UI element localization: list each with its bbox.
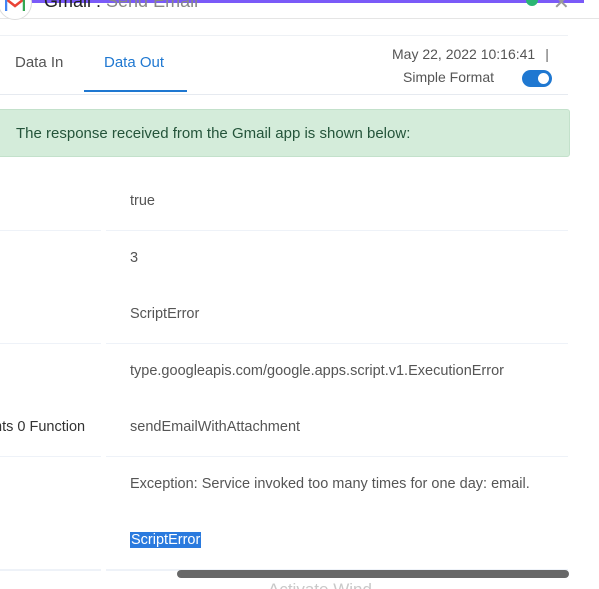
status-ok-icon xyxy=(526,0,538,6)
data-out-panel: Gmail : Send Email ✕ Data In Data Out Ma… xyxy=(0,0,599,589)
table-row: Exception: Service invoked too many time… xyxy=(0,456,568,515)
close-icon[interactable]: ✕ xyxy=(553,0,570,15)
timestamp-text: May 22, 2022 10:16:41 xyxy=(392,46,536,62)
panel-title: Gmail : Send Email xyxy=(44,0,198,12)
value-text[interactable]: sendEmailWithAttachment xyxy=(130,419,300,435)
selected-value-text[interactable]: ScriptError xyxy=(130,532,202,548)
key-cell xyxy=(0,456,101,515)
key-cell: nts 0 Function xyxy=(0,400,101,458)
active-tab-indicator xyxy=(84,90,187,92)
table-row: true xyxy=(0,174,568,232)
value-cell: ScriptError xyxy=(106,287,568,345)
simple-format-toggle[interactable] xyxy=(522,70,552,87)
horizontal-scrollbar-thumb[interactable] xyxy=(177,570,569,578)
tab-data-in[interactable]: Data In xyxy=(15,54,63,71)
title-separator: : xyxy=(91,0,107,11)
response-data-table: true 3 ScriptError type.googleapis.com/g… xyxy=(0,174,568,571)
timestamp-divider: | xyxy=(545,46,549,62)
response-banner: The response received from the Gmail app… xyxy=(0,109,570,157)
value-text[interactable]: Exception: Service invoked too many time… xyxy=(130,476,530,492)
value-cell: sendEmailWithAttachment xyxy=(106,400,568,458)
table-row: ScriptError xyxy=(0,513,568,571)
key-cell xyxy=(0,287,101,345)
key-cell xyxy=(0,343,101,402)
key-cell xyxy=(0,513,101,571)
windows-activation-watermark: Activate Wind xyxy=(268,580,372,589)
table-row: 3 xyxy=(0,230,568,289)
value-text[interactable]: true xyxy=(130,193,155,209)
panel-header: Gmail : Send Email ✕ xyxy=(0,0,599,20)
table-row: ScriptError xyxy=(0,287,568,345)
app-name: Gmail xyxy=(44,0,92,11)
tab-data-out[interactable]: Data Out xyxy=(104,54,164,71)
response-banner-text: The response received from the Gmail app… xyxy=(16,125,411,142)
table-row: nts 0 Function sendEmailWithAttachment xyxy=(0,400,568,458)
value-text[interactable]: 3 xyxy=(130,250,138,266)
value-text[interactable]: type.googleapis.com/google.apps.script.v… xyxy=(130,363,504,379)
simple-format-label: Simple Format xyxy=(403,69,495,85)
gmail-logo-icon xyxy=(0,0,32,20)
key-cell xyxy=(0,174,101,232)
table-row: type.googleapis.com/google.apps.script.v… xyxy=(0,343,568,402)
tab-bar: Data In Data Out May 22, 2022 10:16:41 | … xyxy=(0,35,568,95)
key-cell xyxy=(0,230,101,289)
value-cell: true xyxy=(106,174,568,232)
value-cell: 3 xyxy=(106,230,568,289)
value-cell: ScriptError xyxy=(106,513,568,571)
value-text[interactable]: ScriptError xyxy=(130,306,199,322)
action-name: Send Email xyxy=(106,0,199,11)
toggle-knob xyxy=(538,73,549,84)
execution-timestamp: May 22, 2022 10:16:41 | xyxy=(392,46,549,62)
key-text: nts 0 Function xyxy=(0,419,86,435)
value-cell: Exception: Service invoked too many time… xyxy=(106,456,568,515)
value-cell: type.googleapis.com/google.apps.script.v… xyxy=(106,343,568,402)
